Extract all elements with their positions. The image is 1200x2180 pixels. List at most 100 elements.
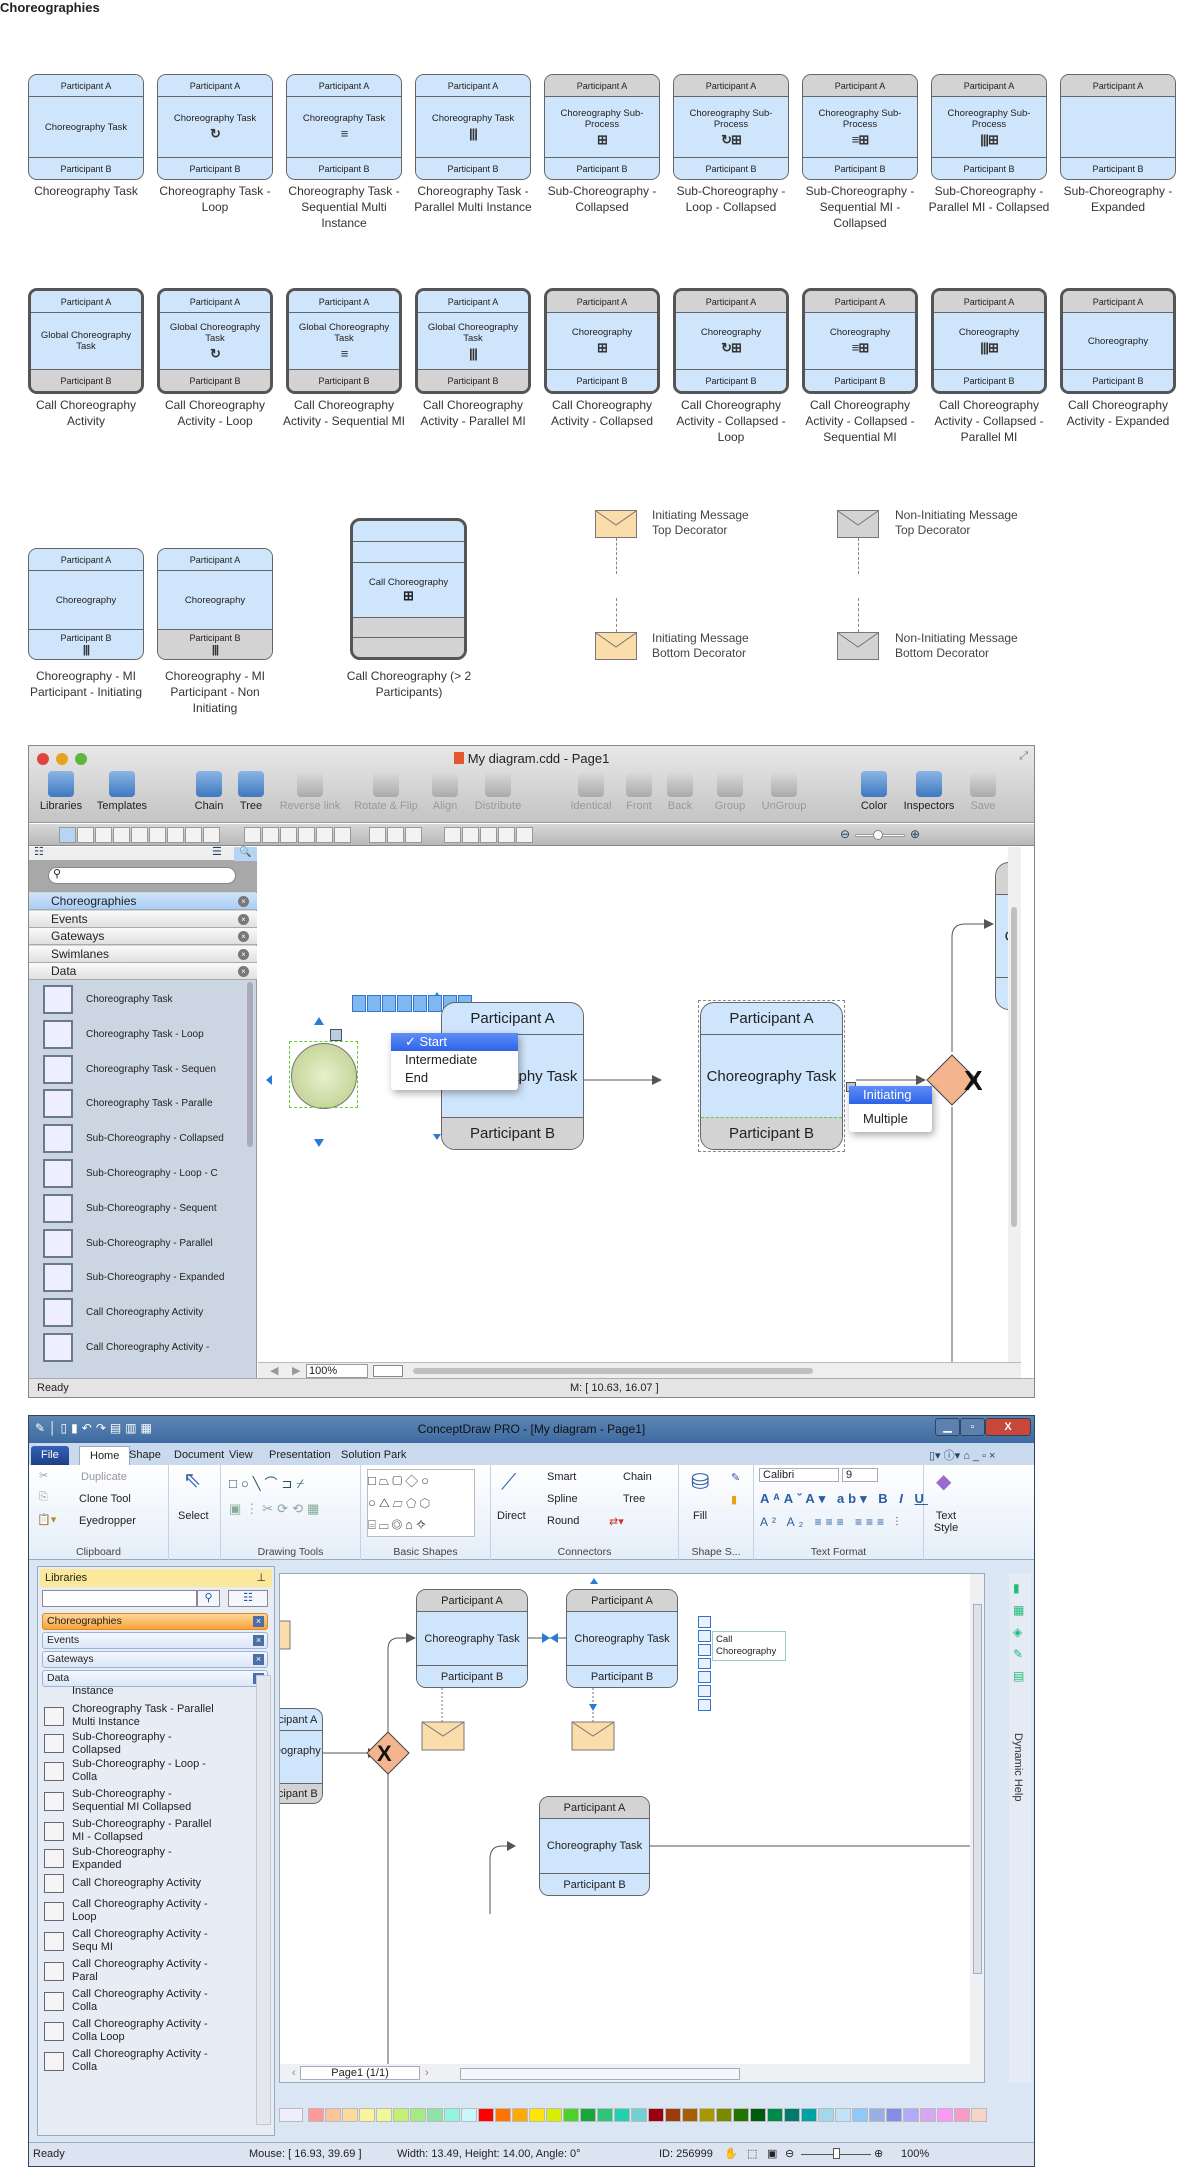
cut-icon[interactable]: ✂ [39, 1469, 48, 1482]
palette-color-swatch[interactable] [461, 2107, 478, 2122]
library-item[interactable]: Sub-Choreography - Expanded [29, 1260, 239, 1295]
zoom-slider[interactable] [855, 830, 905, 840]
search-button[interactable]: ⚲ [197, 1590, 220, 1607]
palette-color-swatch[interactable] [359, 2107, 376, 2122]
palette-color-swatch[interactable] [631, 2107, 648, 2122]
library-item[interactable]: Call Choreography Activity - [29, 1330, 239, 1365]
quick-message-icon[interactable] [397, 995, 412, 1012]
palette-color-swatch[interactable] [818, 2107, 835, 2122]
drawing-tool-button[interactable] [480, 827, 497, 843]
minimize-window-button[interactable]: ▁ [935, 1418, 960, 1436]
spline-connector-button[interactable]: Spline [547, 1493, 578, 1505]
menu-item-start[interactable]: ✓ Start [391, 1033, 518, 1051]
close-library-icon[interactable]: × [253, 1616, 264, 1627]
duplicate-button[interactable]: Duplicate [79, 1471, 127, 1483]
quick-connector-icon[interactable] [698, 1685, 711, 1698]
fit-page-icon[interactable]: ▣ [767, 2143, 777, 2166]
palette-color-swatch[interactable] [682, 2107, 699, 2122]
drawing-tool-button[interactable] [131, 827, 148, 843]
library-search-input[interactable] [48, 867, 236, 884]
drawing-tool-button[interactable] [462, 827, 479, 843]
library-item[interactable]: Sub-Choreography - Collapsed [42, 1731, 252, 1756]
font-size-select[interactable]: 9 [842, 1468, 878, 1482]
library-item[interactable]: Sub-Choreography - Sequential MI Collaps… [42, 1786, 252, 1816]
palette-color-swatch[interactable] [376, 2107, 393, 2122]
library-item[interactable]: Choreography Task [29, 982, 239, 1017]
menu-item-intermediate[interactable]: Intermediate [391, 1051, 518, 1069]
page-selector[interactable]: Page1 (1/1) [300, 2066, 420, 2080]
toolbar-button-templates[interactable]: Templates [87, 771, 157, 812]
quick-gateway-icon[interactable] [698, 1643, 711, 1656]
palette-color-swatch[interactable] [852, 2107, 869, 2122]
zoom-in-icon[interactable]: ⊕ [910, 827, 920, 841]
close-library-icon[interactable]: × [238, 913, 249, 925]
zoom-field[interactable]: 100% [306, 1364, 368, 1378]
quick-elbow-icon[interactable] [698, 1699, 711, 1712]
shadow-icon[interactable]: ▮ [731, 1493, 737, 1506]
choreography-task-shape[interactable]: Participant A Choreography Task Particip… [416, 1589, 528, 1688]
library-tab-choreographies[interactable]: Choreographies × [29, 893, 257, 910]
palette-color-swatch[interactable] [563, 2107, 580, 2122]
text-style-button[interactable]: Text Style [928, 1510, 964, 1534]
library-tab-gateways[interactable]: Gateways × [29, 928, 257, 945]
palette-color-swatch[interactable] [597, 2107, 614, 2122]
drawing-tool-icons[interactable]: □○╲⌒⊐⌿ [229, 1473, 308, 1492]
drawing-tool-button[interactable] [262, 827, 279, 843]
palette-color-swatch[interactable] [342, 2107, 359, 2122]
palette-color-swatch[interactable] [529, 2107, 546, 2122]
sidebar-scrollbar[interactable] [247, 982, 253, 1147]
toolbar-button-ungroup[interactable]: UnGroup [749, 771, 819, 812]
connector-direction-icon[interactable]: ⇄▾ [609, 1515, 624, 1528]
palette-color-swatch[interactable] [410, 2107, 427, 2122]
library-item[interactable]: Call Choreography Activity - Colla Loop [42, 2016, 252, 2046]
search-mode-icon[interactable]: 🔍 [234, 847, 257, 861]
library-item[interactable]: Call Choreography Activity - Colla [42, 2046, 252, 2076]
dock-icons[interactable]: ▮ ▦ ◈ ✎ ▤ [1013, 1577, 1027, 1687]
palette-color-swatch[interactable] [971, 2107, 988, 2122]
close-library-icon[interactable]: × [238, 966, 249, 977]
tab-solution-park[interactable]: Solution Park [331, 1446, 416, 1465]
library-tab-gateways[interactable]: Gateways × [42, 1651, 268, 1668]
drawing-tool-button[interactable] [95, 827, 112, 843]
palette-color-swatch[interactable] [580, 2107, 597, 2122]
quick-gateway-icon[interactable] [382, 995, 397, 1012]
drawing-tool-button[interactable] [113, 827, 130, 843]
library-item[interactable]: Choreography Task - Loop [29, 1017, 239, 1052]
drawing-tool-button[interactable] [280, 827, 297, 843]
library-item[interactable]: Sub-Choreography - Expanded [42, 1846, 252, 1871]
palette-color-swatch[interactable] [920, 2107, 937, 2122]
palette-color-swatch[interactable] [614, 2107, 631, 2122]
palette-color-swatch[interactable] [393, 2107, 410, 2122]
close-library-icon[interactable]: × [238, 948, 249, 960]
library-tab-swimlanes[interactable]: Swimlanes × [29, 945, 257, 963]
drawing-tool-button[interactable] [167, 827, 184, 843]
tab-file[interactable]: File [31, 1446, 69, 1465]
library-item[interactable]: Call Choreography Activity [29, 1295, 239, 1330]
palette-color-swatch[interactable] [903, 2107, 920, 2122]
quick-task-icon[interactable] [352, 995, 367, 1012]
sidebar-scrollbar[interactable] [256, 1675, 271, 2125]
drawing-tool-button[interactable] [316, 827, 333, 843]
palette-color-swatch[interactable] [665, 2107, 682, 2122]
zoom-out-button[interactable]: ⊖ [785, 2143, 794, 2166]
zoom-slider[interactable] [801, 2148, 871, 2159]
library-tab-data[interactable]: Data × [29, 963, 257, 980]
vertical-scrollbar[interactable] [1008, 847, 1021, 1362]
palette-color-swatch[interactable] [699, 2107, 716, 2122]
palette-color-swatch[interactable] [444, 2107, 461, 2122]
font-style-buttons[interactable]: AᴬAˇA▾ ab▾ B I U [760, 1491, 928, 1507]
menu-item-multiple[interactable]: Multiple [849, 1110, 932, 1128]
palette-color-swatch[interactable] [733, 2107, 750, 2122]
page-next-button[interactable]: ▶ [292, 1364, 300, 1377]
library-tab-events[interactable]: Events × [42, 1632, 268, 1649]
horizontal-scrollbar[interactable] [413, 1368, 813, 1374]
quick-task-icon[interactable] [367, 995, 382, 1012]
quick-event-icon[interactable] [412, 995, 427, 1012]
quick-end-event-icon[interactable] [427, 995, 442, 1012]
choreography-task-shape[interactable]: Participant A Choreography Task Particip… [280, 1708, 323, 1804]
page-prev-button[interactable]: ‹ [292, 2067, 296, 2079]
toolbar-button-libraries[interactable]: Libraries [26, 771, 96, 812]
close-library-icon[interactable]: × [238, 896, 249, 907]
event-type-button[interactable] [330, 1029, 342, 1041]
library-item[interactable]: Sub-Choreography - Sequent [29, 1191, 239, 1226]
